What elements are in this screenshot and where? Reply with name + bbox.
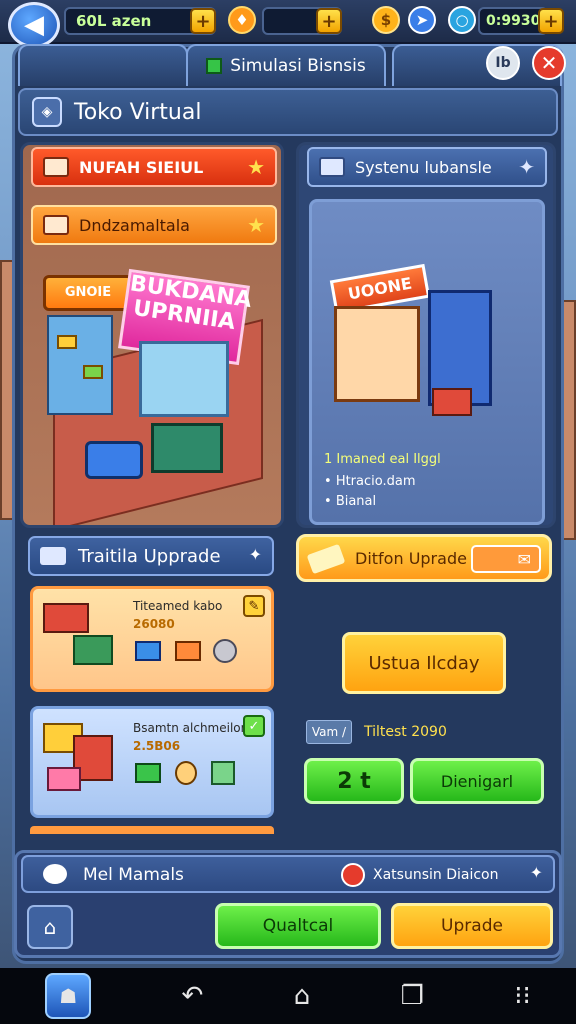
delivery-truck [432, 388, 472, 416]
system-nav-bar: ☗ ↶ ⌂ ❐ ⁝⁝ [0, 968, 576, 1024]
app-switcher-icon[interactable]: ☗ [45, 973, 92, 1019]
storefront [334, 306, 420, 402]
upgrade-title: Titeamed kabo [133, 599, 223, 613]
alert-icon [341, 863, 365, 887]
store-banner-secondary[interactable]: Dndzamaltala ★ [31, 205, 277, 245]
package-icon [73, 635, 113, 665]
preview-bullet-2: • Bianal [324, 494, 377, 509]
add-resource-button-3[interactable]: + [538, 8, 564, 34]
count-button[interactable]: 2 t [304, 758, 404, 804]
upgrade-value: 2.5B06 [133, 739, 181, 753]
system-panel: Systenu lubansle ✦ UOONE 1 Imaned eal Il… [296, 142, 556, 528]
quality-button[interactable]: Qualtcal [215, 903, 381, 949]
upgrades-header[interactable]: Traitila Upprade ✦ [28, 536, 274, 576]
target-label: Tiltest 2090 [364, 724, 447, 740]
profile-button[interactable]: Ib [486, 46, 520, 80]
cart-icon [175, 641, 201, 661]
recents-nav-icon[interactable]: ❐ [401, 981, 424, 1011]
amount-label: Vam / [306, 720, 352, 744]
star-icon: ★ [247, 155, 265, 179]
cart-icon [135, 641, 161, 661]
status-text: Xatsunsin Diaicon [373, 867, 499, 883]
can-icon [213, 639, 237, 663]
menu-grid-icon[interactable]: ⁝⁝ [514, 981, 531, 1011]
shop-icon: ◈ [32, 97, 62, 127]
upgrade-card-2[interactable]: Bsamtn alchmeilon 2.5B06 ✓ [30, 706, 274, 818]
home-nav-icon[interactable]: ⌂ [294, 981, 311, 1011]
store-window [139, 341, 229, 417]
primary-action-button[interactable]: Ustua Ilcday [342, 632, 506, 694]
tab-left[interactable] [18, 44, 188, 86]
grid-icon [206, 58, 223, 74]
upgrade-title: Bsamtn alchmeilon [133, 721, 249, 735]
sparkle-icon: ✦ [529, 863, 543, 882]
top-bar: 60L azen + ♦ + $ ➤ ○ 0:9930 + [0, 0, 576, 44]
confirm-button[interactable]: Dienigarl [410, 758, 544, 804]
can-icon [175, 761, 197, 785]
upgrade-card-peek [30, 826, 274, 834]
tag-icon [43, 215, 69, 235]
product-box [83, 365, 103, 379]
truck-icon [40, 547, 66, 565]
truck-icon [43, 603, 89, 633]
store-shelf [47, 315, 113, 415]
add-resource-button-2[interactable]: + [316, 8, 342, 34]
calculator-icon [319, 157, 345, 177]
lock-icon[interactable]: ✎ [243, 595, 265, 617]
chat-icon [43, 864, 67, 884]
star-icon: ★ [247, 213, 265, 237]
store-preview: UOONE 1 Imaned eal Ilggl • Htracio.dam •… [309, 199, 545, 525]
preview-bullet-1: • Htracio.dam [324, 474, 416, 489]
map-pin-icon[interactable]: ♦ [228, 6, 256, 34]
message-bar[interactable]: Mel Mamals Xatsunsin Diaicon ✦ [21, 855, 555, 893]
truck-icon [47, 767, 81, 791]
store-panel: NUFAH SIEIUL ★ Dndzamaltala ★ GNOIE BUKD… [20, 142, 284, 528]
store-banner-primary[interactable]: NUFAH SIEIUL ★ [31, 147, 277, 187]
sparkle-icon: ✦ [248, 545, 262, 564]
close-button[interactable]: ✕ [532, 46, 566, 80]
page-title: Toko Virtual [74, 99, 202, 125]
preview-highlight: 1 Imaned eal Ilggl [324, 452, 441, 467]
store-sign-small: GNOIE [43, 275, 133, 311]
page-header: ◈ Toko Virtual [18, 88, 558, 136]
upgrade-value: 26080 [133, 617, 175, 631]
upgrade-banner[interactable]: Ditfon Uprade ✉ [296, 534, 552, 582]
message-text: Mel Mamals [83, 865, 184, 885]
sign-icon [43, 157, 69, 177]
ring-icon[interactable]: ○ [448, 6, 476, 34]
upgrade-card-1[interactable]: Titeamed kabo 26080 ✎ [30, 586, 274, 692]
house-icon: ⌂ [43, 915, 57, 939]
bottom-bar: Mel Mamals Xatsunsin Diaicon ✦ ⌂ Qualtca… [14, 850, 562, 958]
upgrade-button[interactable]: Uprade [391, 903, 553, 949]
close-icon: ✕ [540, 51, 558, 75]
back-button[interactable]: ◀ [8, 2, 60, 48]
background-building [562, 300, 576, 540]
back-arrow-icon: ◀ [24, 10, 44, 40]
system-banner[interactable]: Systenu lubansle ✦ [307, 147, 547, 187]
product-box [57, 335, 77, 349]
check-icon[interactable]: ✓ [243, 715, 265, 737]
shine-icon [306, 543, 346, 575]
map-icon [211, 761, 235, 785]
tab-simulasi-bisnis[interactable]: Simulasi Bisnsis [186, 44, 386, 86]
add-resource-button[interactable]: + [190, 8, 216, 34]
cooler-box [85, 441, 143, 479]
home-button[interactable]: ⌂ [27, 905, 73, 949]
back-nav-icon[interactable]: ↶ [182, 981, 204, 1011]
cart-icon [135, 763, 161, 783]
envelope-icon: ✉ [471, 545, 541, 573]
sparkle-icon: ✦ [518, 155, 535, 179]
produce-cart [151, 423, 223, 473]
paper-plane-icon[interactable]: ➤ [408, 6, 436, 34]
coin-icon[interactable]: $ [372, 6, 400, 34]
